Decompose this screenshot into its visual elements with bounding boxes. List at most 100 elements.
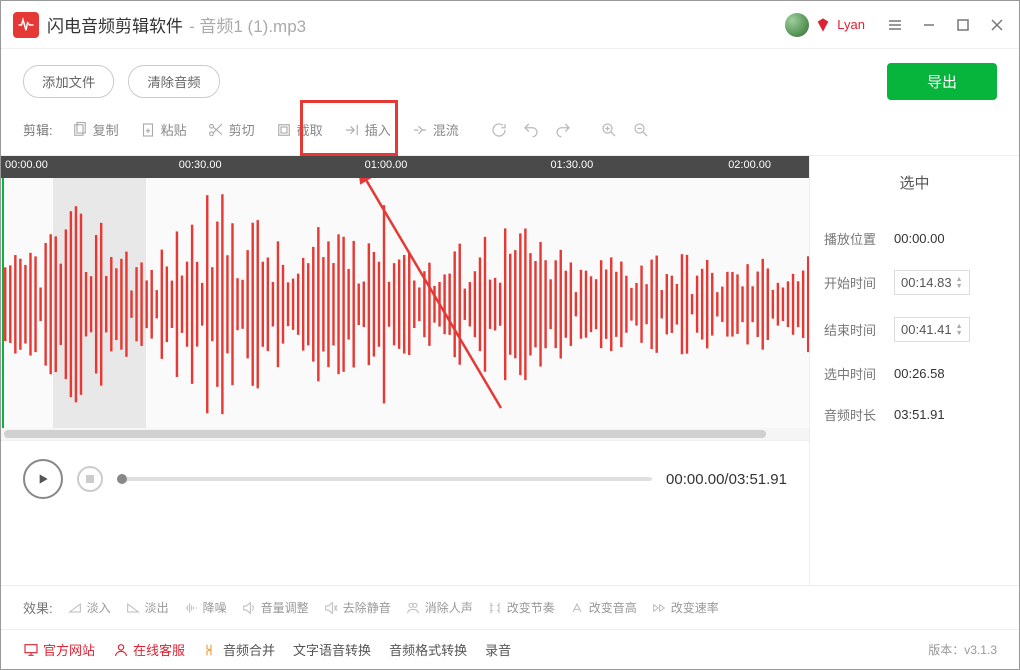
volume-icon bbox=[241, 600, 257, 616]
fade-in-icon bbox=[67, 600, 83, 616]
mute-icon bbox=[323, 600, 339, 616]
seek-slider[interactable] bbox=[117, 477, 652, 481]
play-position-value: 00:00.00 bbox=[894, 231, 945, 246]
time-ruler[interactable]: 00:00.00 00:30.00 01:00.00 01:30.00 02:0… bbox=[1, 156, 809, 178]
insert-icon bbox=[343, 121, 361, 139]
start-time-label: 开始时间 bbox=[824, 273, 884, 292]
spinner-arrows-icon[interactable]: ▲▼ bbox=[956, 276, 963, 290]
user-area[interactable]: Lyan bbox=[785, 13, 865, 37]
ruler-tick: 02:00.00 bbox=[728, 159, 771, 171]
remove-vocal-button[interactable]: 消除人声 bbox=[405, 599, 473, 616]
support-link[interactable]: 在线客服 bbox=[113, 640, 185, 659]
end-time-input[interactable]: 00:41.41 ▲▼ bbox=[894, 317, 970, 342]
footer-bar: 官方网站 在线客服 音频合并 文字语音转换 音频格式转换 录音 版本：v3.1.… bbox=[1, 629, 1019, 669]
zoom-out-button[interactable] bbox=[627, 116, 655, 144]
total-duration-label: 音频时长 bbox=[824, 405, 884, 424]
end-time-label: 结束时间 bbox=[824, 320, 884, 339]
minimize-button[interactable] bbox=[919, 15, 939, 35]
format-convert-link[interactable]: 音频格式转换 bbox=[389, 640, 467, 659]
official-site-link[interactable]: 官方网站 bbox=[23, 640, 95, 659]
tts-link[interactable]: 文字语音转换 bbox=[293, 640, 371, 659]
refresh-button[interactable] bbox=[485, 116, 513, 144]
app-title: 闪电音频剪辑软件 bbox=[47, 12, 183, 37]
waveform-icon bbox=[1, 178, 809, 428]
selection-panel: 选中 播放位置 00:00.00 开始时间 00:14.83 ▲▼ 结束时间 0… bbox=[809, 156, 1019, 585]
paste-label: 粘贴 bbox=[161, 120, 187, 139]
zoom-in-button[interactable] bbox=[595, 116, 623, 144]
redo-button[interactable] bbox=[549, 116, 577, 144]
play-position-label: 播放位置 bbox=[824, 229, 884, 248]
monitor-icon bbox=[23, 642, 39, 658]
window-controls bbox=[885, 15, 1007, 35]
ruler-tick: 01:30.00 bbox=[550, 159, 593, 171]
panel-heading: 选中 bbox=[824, 166, 1005, 207]
copy-label: 复制 bbox=[93, 120, 119, 139]
waveform-area[interactable] bbox=[1, 178, 809, 428]
maximize-button[interactable] bbox=[953, 15, 973, 35]
clear-audio-button[interactable]: 清除音频 bbox=[128, 65, 219, 98]
fade-out-button[interactable]: 淡出 bbox=[125, 599, 169, 616]
effects-bar: 效果: 淡入 淡出 降噪 音量调整 去除静音 消除人声 改变节奏 改变音高 改变… bbox=[1, 585, 1019, 629]
export-button[interactable]: 导出 bbox=[887, 63, 997, 100]
remove-silence-button[interactable]: 去除静音 bbox=[323, 599, 391, 616]
tempo-icon bbox=[487, 600, 503, 616]
fade-in-button[interactable]: 淡入 bbox=[67, 599, 111, 616]
mix-button[interactable]: 混流 bbox=[403, 114, 467, 145]
tempo-button[interactable]: 改变节奏 bbox=[487, 599, 555, 616]
undo-button[interactable] bbox=[517, 116, 545, 144]
effects-label: 效果: bbox=[23, 598, 53, 617]
app-window: 闪电音频剪辑软件 - 音频1 (1).mp3 Lyan 添加文件 清除音频 导出… bbox=[0, 0, 1020, 670]
insert-button[interactable]: 插入 bbox=[335, 114, 399, 145]
mix-label: 混流 bbox=[433, 120, 459, 139]
file-title: - 音频1 (1).mp3 bbox=[189, 12, 306, 37]
playback-bar: 00:00.00/03:51.91 bbox=[1, 440, 809, 517]
merge-icon bbox=[203, 642, 219, 658]
total-duration-value: 03:51.91 bbox=[894, 407, 945, 422]
vocal-icon bbox=[405, 600, 421, 616]
end-time-row: 结束时间 00:41.41 ▲▼ bbox=[824, 317, 1005, 342]
copy-button[interactable]: 复制 bbox=[63, 114, 127, 145]
mix-icon bbox=[411, 121, 429, 139]
play-button[interactable] bbox=[23, 459, 63, 499]
app-logo-icon bbox=[13, 12, 39, 38]
fade-out-icon bbox=[125, 600, 141, 616]
menu-button[interactable] bbox=[885, 15, 905, 35]
close-button[interactable] bbox=[987, 15, 1007, 35]
scissors-icon bbox=[207, 121, 225, 139]
selection-duration-row: 选中时间 00:26.58 bbox=[824, 364, 1005, 383]
paste-button[interactable]: 粘贴 bbox=[131, 114, 195, 145]
volume-button[interactable]: 音量调整 bbox=[241, 599, 309, 616]
version-label: 版本：v3.1.3 bbox=[928, 641, 997, 658]
crop-label: 截取 bbox=[297, 120, 323, 139]
stop-button[interactable] bbox=[77, 466, 103, 492]
timeline-panel: 00:00.00 00:30.00 01:00.00 01:30.00 02:0… bbox=[1, 156, 809, 585]
denoise-button[interactable]: 降噪 bbox=[183, 599, 227, 616]
start-time-input[interactable]: 00:14.83 ▲▼ bbox=[894, 270, 970, 295]
insert-label: 插入 bbox=[365, 120, 391, 139]
titlebar: 闪电音频剪辑软件 - 音频1 (1).mp3 Lyan bbox=[1, 1, 1019, 49]
start-time-value: 00:14.83 bbox=[901, 275, 952, 290]
scrollbar-thumb[interactable] bbox=[4, 430, 766, 438]
cut-label: 剪切 bbox=[229, 120, 255, 139]
horizontal-scrollbar[interactable] bbox=[1, 428, 809, 440]
speed-button[interactable]: 改变速率 bbox=[651, 599, 719, 616]
pitch-button[interactable]: 改变音高 bbox=[569, 599, 637, 616]
avatar bbox=[785, 13, 809, 37]
action-row: 添加文件 清除音频 导出 bbox=[1, 49, 1019, 114]
time-display: 00:00.00/03:51.91 bbox=[666, 471, 787, 488]
add-file-button[interactable]: 添加文件 bbox=[23, 65, 114, 98]
cut-button[interactable]: 剪切 bbox=[199, 114, 263, 145]
audio-merge-link[interactable]: 音频合并 bbox=[203, 640, 275, 659]
spinner-arrows-icon[interactable]: ▲▼ bbox=[956, 323, 963, 337]
crop-icon bbox=[275, 121, 293, 139]
ruler-tick: 00:00.00 bbox=[5, 159, 48, 171]
speed-icon bbox=[651, 600, 667, 616]
pitch-icon bbox=[569, 600, 585, 616]
record-link[interactable]: 录音 bbox=[485, 640, 511, 659]
end-time-value: 00:41.41 bbox=[901, 322, 952, 337]
crop-button[interactable]: 截取 bbox=[267, 114, 331, 145]
seek-handle[interactable] bbox=[117, 474, 127, 484]
edit-toolbar: 剪辑: 复制 粘贴 剪切 截取 插入 混流 bbox=[1, 114, 1019, 155]
ruler-tick: 01:00.00 bbox=[365, 159, 408, 171]
support-icon bbox=[113, 642, 129, 658]
